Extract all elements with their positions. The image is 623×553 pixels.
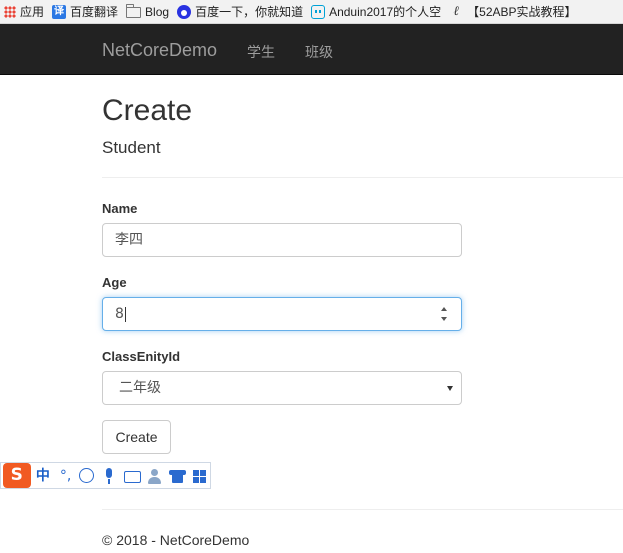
emoji-icon[interactable]: [78, 468, 94, 483]
name-label: Name: [102, 201, 138, 216]
bookmark-blog-folder[interactable]: Blog: [122, 0, 173, 23]
nav-link-students[interactable]: 学生: [247, 42, 275, 62]
bookmark-label: 应用: [20, 5, 45, 19]
user-icon[interactable]: [144, 466, 165, 486]
bookmark-label: 百度翻译: [70, 5, 119, 19]
dropdown-arrow-icon: [447, 386, 453, 391]
microphone-icon[interactable]: [99, 466, 120, 486]
create-button[interactable]: Create: [102, 420, 171, 454]
bookmark-label: Blog: [145, 4, 170, 19]
ime-toolbar: S 中 °,: [0, 462, 211, 489]
bookmark-label: Anduin2017的个人空: [329, 5, 442, 19]
page-subtitle: Student: [102, 138, 161, 157]
bookmarks-bar: 应用 译 百度翻译 Blog 百度一下，你就知道 Anduin2017的个人空 …: [0, 0, 623, 24]
sogou-logo-icon[interactable]: S: [3, 463, 31, 488]
text-caret: [124, 306, 126, 322]
bookmark-apps[interactable]: 应用: [0, 0, 48, 23]
age-input-value: 8: [115, 306, 124, 322]
folder-icon: [125, 4, 142, 18]
skin-shirt-icon[interactable]: [167, 466, 188, 486]
class-select-value: 二年级: [119, 380, 161, 396]
age-label: Age: [102, 275, 127, 290]
bookmark-label: 百度一下，你就知道: [195, 5, 304, 19]
class-label: ClassEnityId: [102, 349, 181, 364]
fanyi-icon: 译: [52, 4, 67, 19]
footer-divider: [102, 509, 623, 510]
punctuation-icon[interactable]: °,: [55, 466, 76, 486]
bilibili-icon: [311, 4, 326, 19]
age-input[interactable]: 8: [102, 297, 462, 331]
divider: [102, 177, 623, 178]
bookmark-baidu[interactable]: 百度一下，你就知道: [173, 0, 307, 23]
apps-icon: [4, 5, 16, 18]
toolbox-grid-icon[interactable]: [189, 465, 211, 486]
number-spinner[interactable]: [440, 306, 449, 322]
baidu-paw-icon: [177, 4, 192, 19]
bookmark-anduin[interactable]: Anduin2017的个人空: [307, 0, 445, 23]
name-input[interactable]: 李四: [102, 223, 462, 257]
bookmark-label: 【52ABP实战教程】: [467, 5, 577, 19]
abp-icon: ℓ: [453, 3, 459, 19]
bookmark-baidu-fanyi[interactable]: 译 百度翻译: [48, 0, 122, 23]
nav-link-classes[interactable]: 班级: [305, 42, 333, 62]
class-select[interactable]: 二年级: [102, 371, 462, 405]
name-input-value: 李四: [115, 232, 143, 248]
footer-text: © 2018 - NetCoreDemo: [102, 532, 250, 548]
top-navbar: NetCoreDemo 学生 班级: [0, 24, 623, 75]
page-title: Create: [102, 94, 193, 127]
bookmark-52abp[interactable]: ℓ 【52ABP实战教程】: [445, 0, 580, 23]
navbar-brand-link[interactable]: NetCoreDemo: [102, 40, 217, 61]
chinese-mode-icon[interactable]: 中: [33, 466, 54, 486]
keyboard-icon[interactable]: [121, 466, 142, 486]
